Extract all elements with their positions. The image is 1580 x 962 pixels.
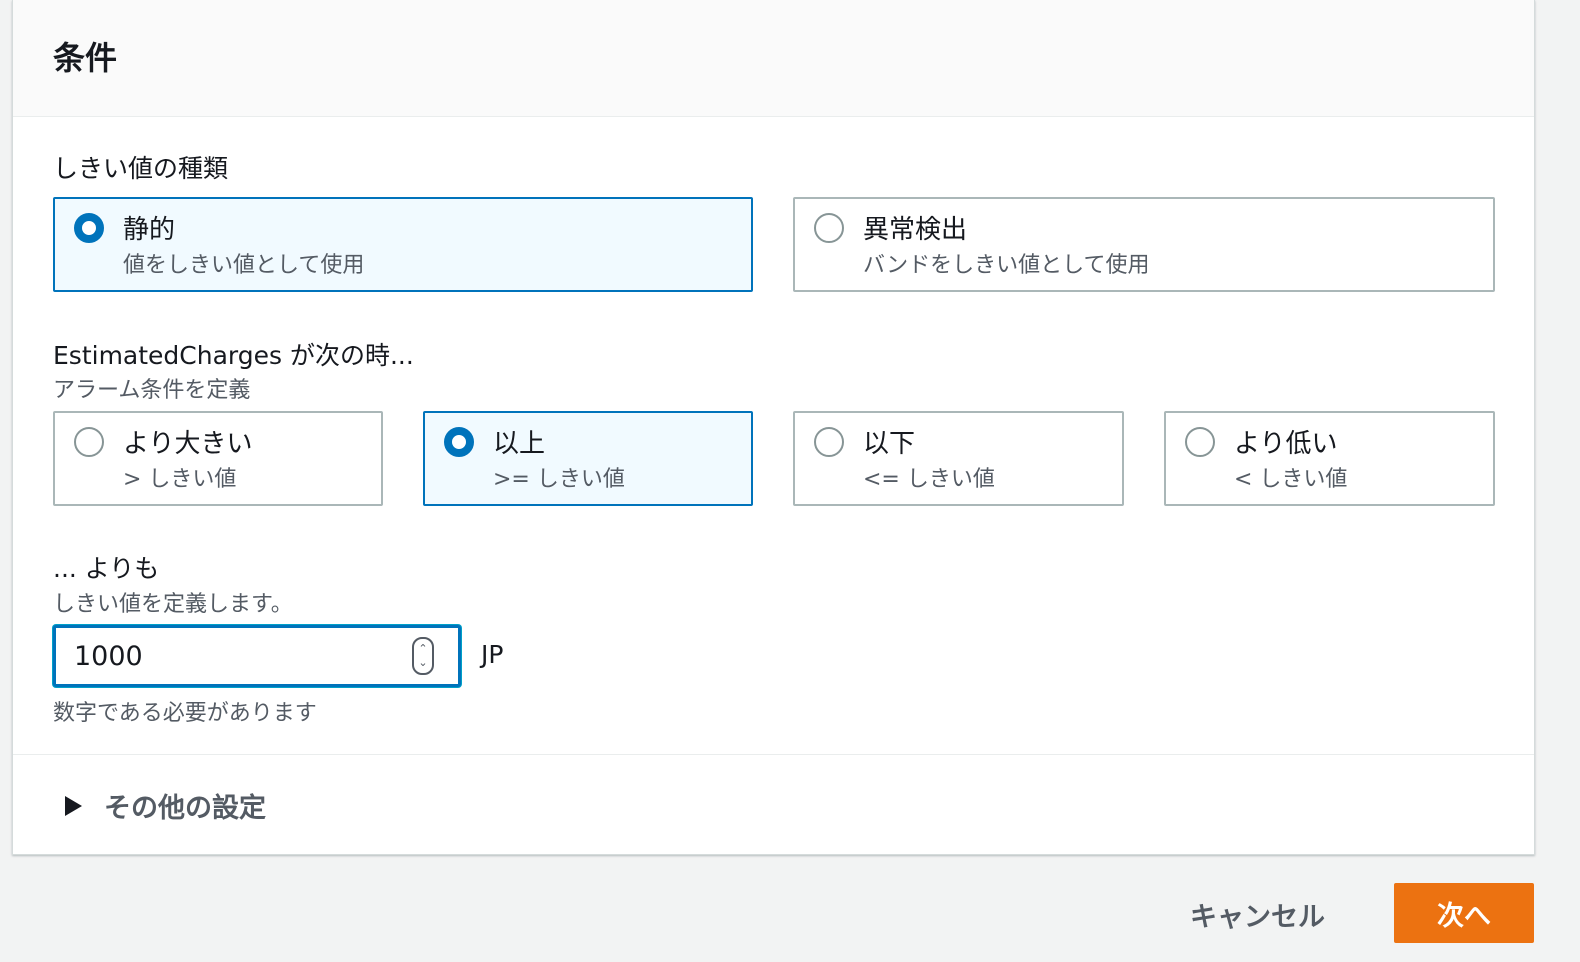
threshold-type-static-tile[interactable]: 静的 値をしきい値として使用 — [53, 197, 753, 292]
tile-title: 異常検出 — [863, 215, 968, 245]
tile-desc: < しきい値 — [1234, 467, 1348, 492]
panel-title: 条件 — [53, 39, 118, 77]
threshold-input-wrapper: ⌃ ⌄ — [53, 625, 461, 687]
tile-title: 以下 — [863, 429, 916, 459]
next-button[interactable]: 次へ — [1394, 883, 1534, 943]
condition-less-equal-tile[interactable]: 以下 <= しきい値 — [793, 411, 1124, 506]
tile-title: より大きい — [123, 429, 253, 459]
chevron-up-icon[interactable]: ⌃ — [418, 642, 427, 656]
threshold-value-desc: しきい値を定義します。 — [53, 592, 293, 617]
number-stepper-icon[interactable]: ⌃ ⌄ — [412, 637, 434, 675]
radio-anomaly[interactable] — [814, 213, 844, 243]
tile-title: 以上 — [493, 429, 546, 459]
caret-right-icon — [65, 795, 82, 816]
radio-static[interactable] — [74, 213, 104, 243]
tile-title: より低い — [1234, 429, 1338, 459]
condition-greater-equal-tile[interactable]: 以上 >= しきい値 — [423, 411, 753, 506]
radio-less[interactable] — [1185, 427, 1215, 457]
tile-desc: >= しきい値 — [493, 467, 625, 492]
condition-greater-tile[interactable]: より大きい > しきい値 — [53, 411, 383, 506]
condition-label: EstimatedCharges が次の時... — [53, 341, 414, 370]
cancel-button[interactable]: キャンセル — [1170, 890, 1345, 938]
tile-desc: > しきい値 — [123, 467, 237, 492]
tile-title: 静的 — [123, 215, 176, 245]
chevron-down-icon[interactable]: ⌄ — [418, 656, 427, 670]
tile-desc: <= しきい値 — [863, 467, 995, 492]
additional-settings-expander[interactable]: その他の設定 — [65, 786, 266, 825]
condition-less-tile[interactable]: より低い < しきい値 — [1164, 411, 1495, 506]
divider — [13, 754, 1534, 755]
tile-desc: バンドをしきい値として使用 — [863, 253, 1150, 278]
tile-desc: 値をしきい値として使用 — [123, 253, 365, 278]
threshold-value-label: ... よりも — [53, 554, 160, 583]
conditions-panel: 条件 しきい値の種類 静的 値をしきい値として使用 異常検出 バンドをしきい値と… — [12, 0, 1535, 855]
radio-less-equal[interactable] — [814, 427, 844, 457]
threshold-type-label: しきい値の種類 — [53, 154, 229, 183]
panel-header: 条件 — [13, 0, 1534, 117]
threshold-input[interactable] — [74, 638, 374, 674]
input-hint: 数字である必要があります — [53, 701, 317, 726]
expander-label: その他の設定 — [104, 793, 266, 824]
condition-desc: アラーム条件を定義 — [53, 378, 251, 403]
radio-greater-equal[interactable] — [444, 427, 474, 457]
threshold-type-anomaly-tile[interactable]: 異常検出 バンドをしきい値として使用 — [793, 197, 1495, 292]
radio-greater[interactable] — [74, 427, 104, 457]
unit-label: JP — [481, 640, 504, 669]
